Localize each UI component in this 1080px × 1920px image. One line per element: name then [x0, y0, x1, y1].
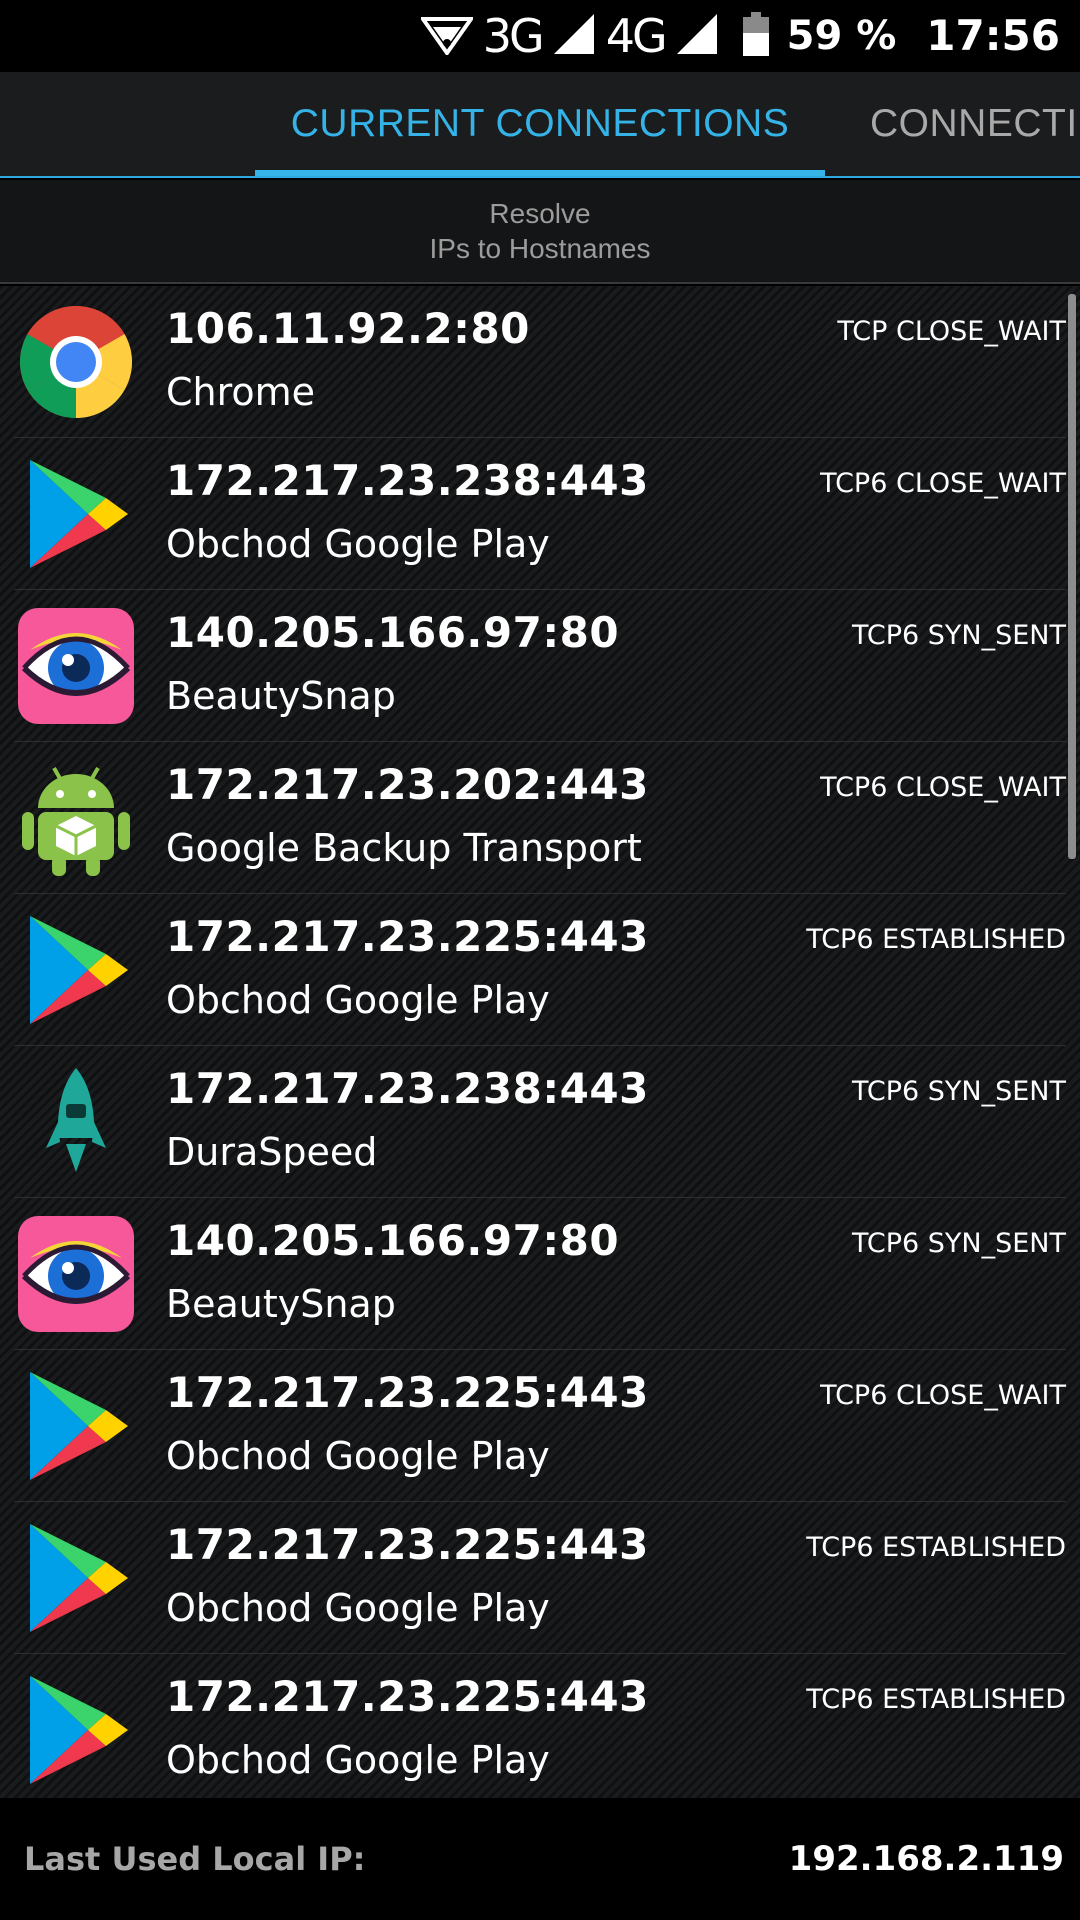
connection-row[interactable]: 140.205.166.97:80 BeautySnap TCP6 SYN_SE…: [14, 1198, 1066, 1350]
resolve-hostnames-button[interactable]: Resolve IPs to Hostnames: [390, 196, 690, 266]
status-bar: 3G 4G 59 % 17:56: [0, 0, 1080, 72]
local-ip-label: Last Used Local IP:: [24, 1840, 366, 1878]
local-ip-value: 192.168.2.119: [788, 1839, 1064, 1879]
google-play-icon: [16, 910, 136, 1030]
google-play-icon: [16, 1670, 136, 1790]
app-name: Obchod Google Play: [166, 1738, 550, 1782]
app-name: Chrome: [166, 370, 316, 414]
remote-address: 140.205.166.97:80: [166, 1216, 620, 1265]
signal-3g-icon: [552, 12, 596, 60]
remote-address: 172.217.23.225:443: [166, 1520, 649, 1569]
tab-bar: CURRENT CONNECTIONS CONNECTI: [0, 72, 1080, 178]
connection-row[interactable]: 140.205.166.97:80 BeautySnap TCP6 SYN_SE…: [14, 590, 1066, 742]
google-play-icon: [16, 1366, 136, 1486]
toolbar: Resolve IPs to Hostnames: [0, 180, 1080, 284]
network-3g-label: 3G: [482, 9, 545, 63]
wifi-hotspot-icon: [418, 13, 475, 59]
duraspeed-rocket-icon: [16, 1062, 136, 1182]
footer: Last Used Local IP: 192.168.2.119: [0, 1798, 1080, 1920]
connection-row[interactable]: 172.217.23.225:443 Obchod Google Play TC…: [14, 1350, 1066, 1502]
android-package-icon-graphic: [22, 767, 130, 876]
beautysnap-icon: [16, 1214, 136, 1334]
app-name: Obchod Google Play: [166, 1434, 550, 1478]
android-package-icon: [16, 758, 136, 878]
tab-connections-log[interactable]: CONNECTI: [870, 72, 1080, 176]
connection-state: TCP6 SYN_SENT: [851, 620, 1066, 651]
connection-list[interactable]: 106.11.92.2:80 Chrome TCP CLOSE_WAIT 172…: [0, 286, 1080, 1798]
connection-state: TCP CLOSE_WAIT: [837, 316, 1066, 347]
network-4g-label: 4G: [605, 9, 668, 63]
battery-icon: [742, 12, 769, 60]
app-name: Obchod Google Play: [166, 1586, 550, 1630]
remote-address: 172.217.23.225:443: [166, 1368, 649, 1417]
connection-state: TCP6 ESTABLISHED: [806, 924, 1066, 955]
remote-address: 172.217.23.225:443: [166, 1672, 649, 1721]
connection-row[interactable]: 172.217.23.238:443 DuraSpeed TCP6 SYN_SE…: [14, 1046, 1066, 1198]
tab-current-connections[interactable]: CURRENT CONNECTIONS: [255, 72, 825, 176]
connection-row[interactable]: 172.217.23.238:443 Obchod Google Play TC…: [14, 438, 1066, 590]
duraspeed-rocket-icon-graphic: [46, 1068, 106, 1172]
app-name: BeautySnap: [166, 674, 396, 718]
remote-address: 140.205.166.97:80: [166, 608, 620, 657]
connection-state: TCP6 CLOSE_WAIT: [820, 468, 1066, 499]
connection-state: TCP6 CLOSE_WAIT: [820, 772, 1066, 803]
google-play-icon: [16, 1518, 136, 1638]
resolve-button-line1: Resolve: [489, 198, 591, 229]
app-name: Obchod Google Play: [166, 978, 550, 1022]
connection-row[interactable]: 106.11.92.2:80 Chrome TCP CLOSE_WAIT: [14, 286, 1066, 438]
google-play-icon-graphic: [30, 1372, 128, 1480]
connection-row[interactable]: 172.217.23.225:443 Obchod Google Play TC…: [14, 1502, 1066, 1654]
app-name: BeautySnap: [166, 1282, 396, 1326]
beautysnap-icon: [16, 606, 136, 726]
google-play-icon-graphic: [30, 1524, 128, 1632]
app-name: Google Backup Transport: [166, 826, 642, 870]
connection-state: TCP6 ESTABLISHED: [806, 1684, 1066, 1715]
remote-address: 172.217.23.225:443: [166, 912, 649, 961]
beautysnap-icon-graphic: [18, 608, 134, 724]
list-scrollbar[interactable]: [1068, 294, 1076, 859]
clock-time: 17:56: [926, 11, 1060, 60]
connection-row[interactable]: 172.217.23.225:443 Obchod Google Play TC…: [14, 894, 1066, 1046]
google-play-icon-graphic: [30, 460, 128, 568]
app-name: Obchod Google Play: [166, 522, 550, 566]
beautysnap-icon-graphic: [18, 1216, 134, 1332]
app-name: DuraSpeed: [166, 1130, 378, 1174]
connection-state: TCP6 SYN_SENT: [851, 1076, 1066, 1107]
remote-address: 172.217.23.238:443: [166, 456, 649, 505]
remote-address: 172.217.23.202:443: [166, 760, 649, 809]
google-play-icon-graphic: [30, 1676, 128, 1784]
chrome-icon: [16, 302, 136, 422]
connection-state: TCP6 CLOSE_WAIT: [820, 1380, 1066, 1411]
google-play-icon-graphic: [30, 916, 128, 1024]
connection-state: TCP6 ESTABLISHED: [806, 1532, 1066, 1563]
resolve-button-line2: IPs to Hostnames: [429, 233, 651, 264]
battery-percent: 59 %: [786, 13, 897, 59]
chrome-icon-graphic: [19, 305, 133, 419]
connection-row[interactable]: 172.217.23.202:443 Google Backup Transpo…: [14, 742, 1066, 894]
connection-state: TCP6 SYN_SENT: [851, 1228, 1066, 1259]
google-play-icon: [16, 454, 136, 574]
remote-address: 172.217.23.238:443: [166, 1064, 649, 1113]
remote-address: 106.11.92.2:80: [166, 304, 530, 353]
connection-row[interactable]: 172.217.23.225:443 Obchod Google Play TC…: [14, 1654, 1066, 1798]
signal-4g-icon: [675, 12, 719, 60]
